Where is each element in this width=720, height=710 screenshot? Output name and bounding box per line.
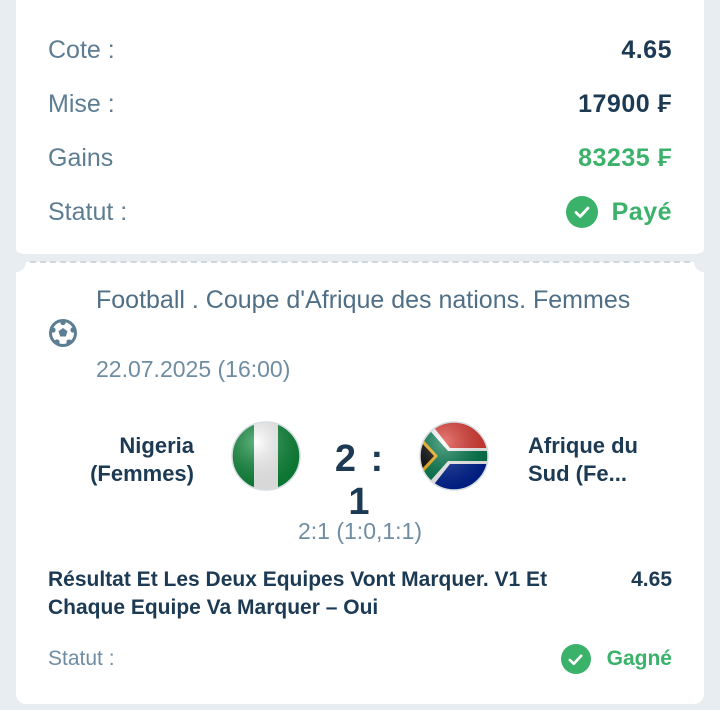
event-datetime: 22.07.2025 (16:00): [96, 356, 291, 382]
check-circle-icon: [560, 644, 591, 674]
winnings-row: Gains 83235 ₣: [48, 140, 672, 176]
status-badge: Payé: [565, 196, 672, 228]
winnings-label: Gains: [48, 143, 114, 172]
ticket-notch-right: [694, 252, 714, 272]
odds-value: 4.65: [621, 35, 672, 64]
south-africa-flag-icon: [418, 420, 490, 497]
bet-status-badge: Gagné: [560, 644, 672, 674]
odds-label: Cote :: [48, 35, 115, 64]
match-score: 2 : 1: [334, 438, 386, 523]
odds-row: Cote : 4.65: [48, 32, 672, 68]
status-value: Payé: [611, 197, 672, 226]
status-row: Statut : Payé: [48, 194, 672, 230]
ticket-divider: [30, 261, 690, 263]
away-team-name: Afrique du Sud (Fe...: [528, 433, 638, 486]
bet-status-row: Statut : Gagné: [48, 642, 672, 676]
bet-status-label: Statut :: [48, 647, 115, 670]
bet-odds: 4.65: [631, 568, 672, 591]
stake-row: Mise : 17900 ₣: [48, 86, 672, 122]
bet-market: Résultat Et Les Deux Equipes Vont Marque…: [48, 568, 548, 619]
winnings-value: 83235 ₣: [578, 143, 672, 172]
nigeria-flag-icon: [230, 420, 302, 497]
stake-value: 17900 ₣: [578, 89, 672, 118]
check-circle-icon: [565, 196, 598, 228]
soccer-ball-icon: [48, 318, 78, 353]
score-detail: 2:1 (1:0,1:1): [297, 518, 423, 544]
status-label: Statut :: [48, 197, 128, 226]
ticket-notch-left: [6, 252, 26, 272]
stake-label: Mise :: [48, 89, 115, 118]
event-title[interactable]: Football . Coupe d'Afrique des nations. …: [96, 284, 656, 316]
home-team-name: Nigeria (Femmes): [90, 433, 194, 486]
bet-status-value: Gagné: [606, 647, 672, 670]
